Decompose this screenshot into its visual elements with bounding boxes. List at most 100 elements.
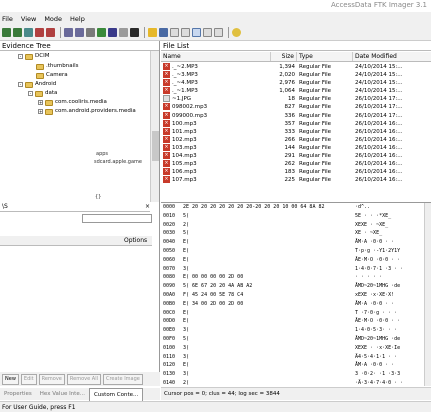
cell-size: 18 [288, 96, 295, 103]
hex-row[interactable]: 0060 E(ÅE·M·O ·0·0 · · [161, 256, 431, 265]
hex-row[interactable]: 00F0 5(ÅMD~20~1MHG ·de [161, 335, 431, 344]
expand-icon[interactable]: + [38, 100, 43, 105]
table-row[interactable]: × 100.mp3 357 Regular File 26/10/2014 16:... [161, 119, 431, 128]
add-evidence-icon[interactable] [2, 28, 11, 37]
new-button[interactable]: New [2, 373, 19, 385]
custom-content-list[interactable] [0, 246, 150, 372]
obtain-protected-icon[interactable] [97, 28, 106, 37]
hex-row[interactable]: 0120 E(ÅM·A ·0·0 · · [161, 361, 431, 370]
column-date-modified[interactable]: Date Modified [353, 52, 431, 61]
hex-row[interactable]: 0000 2E 20 20 20 20 20 20 20-20 20 20 10 … [161, 203, 431, 212]
column-name[interactable]: Name [161, 52, 271, 61]
folder-icon [35, 90, 43, 97]
menu-mode[interactable]: Mode [44, 15, 62, 23]
hex-row[interactable]: 0100 3(XEXE · ·x·XE·Ie [161, 344, 431, 353]
cell-name: × 100.mp3 [161, 119, 271, 128]
hex-row[interactable]: 0050 E(T·p·g ·-Y1·2Y1Y [161, 247, 431, 256]
menu-file[interactable]: File [2, 15, 13, 23]
table-row[interactable]: × 107.mp3 225 Regular File 26/10/2014 16:... [161, 176, 431, 184]
remove-all-icon[interactable] [46, 28, 55, 37]
tab-custom-content[interactable]: Custom Conte... [88, 387, 144, 401]
hex-row[interactable]: 0030 5(XE · ~XE_ [161, 229, 431, 238]
table-row[interactable]: × 101.mp3 333 Regular File 26/10/2014 16:... [161, 127, 431, 136]
collapse-icon[interactable]: - [18, 54, 23, 59]
collapse-icon[interactable]: - [28, 91, 33, 96]
tree-node-cooliris[interactable]: + com.cooliris.media [38, 98, 107, 107]
column-type[interactable]: Type [297, 52, 353, 61]
image-mounting-icon[interactable] [24, 28, 33, 37]
menu-help[interactable]: Help [70, 15, 85, 23]
view-files-icon[interactable] [159, 28, 168, 37]
hex-row[interactable]: 0140 2(·Ä·3·4·7·4·0 · · [161, 379, 431, 386]
file-name: 102.mp3 [172, 136, 197, 143]
table-row[interactable]: × 103.mp3 144 Regular File 26/10/2014 16:... [161, 143, 431, 152]
edit-button[interactable]: Edit [20, 373, 37, 385]
table-row[interactable]: × 105.mp3 262 Regular File 26/10/2014 16:... [161, 160, 431, 168]
close-icon[interactable]: × [145, 202, 150, 211]
hex-row[interactable]: 0020 2(XEXE · ~XE_ [161, 221, 431, 230]
hex-row[interactable]: 00D0 E(ÅE·M·O ·0·0 · · [161, 317, 431, 326]
hex-row[interactable]: 00B0 E( 34 00 2D 00 2D 00 ÅM·A ·0·0 · · [161, 300, 431, 309]
table-row[interactable]: × ._~4.MP3 2,976 Regular File 24/10/2014 15:… [161, 79, 431, 87]
hex-row[interactable]: 0130 3(3 ·0·2· ·1 ·3·3 [161, 370, 431, 379]
text-view-icon[interactable] [181, 28, 190, 37]
auto-view-icon[interactable] [203, 28, 212, 37]
help-icon[interactable] [232, 28, 241, 37]
document-icon[interactable] [170, 28, 179, 37]
hex-row[interactable]: 0090 5( 6E 67 20 20 4A AB A2 ÅMD~20~1MHG ·… [161, 282, 431, 291]
hex-row[interactable]: 0110 3(Ä4·5·4·1·1 · · [161, 353, 431, 362]
image-view-icon[interactable] [214, 28, 223, 37]
table-row[interactable]: × ._~2.MP3 1,394 Regular File 24/10/2014 15:… [161, 63, 431, 71]
tree-node-camera[interactable]: Camera [36, 71, 68, 80]
hex-ascii: 1·4·0·7·1 ·3 · · [355, 265, 404, 272]
evidence-scrollbar[interactable] [150, 51, 159, 202]
tree-fragment-text: sdcard.apple.game [94, 159, 142, 165]
table-row[interactable]: × 098002.mp3 827 Regular File 26/10/2014 17:… [161, 103, 431, 111]
hex-row[interactable]: 00E0 3(1·4·0·5·3· · · [161, 326, 431, 335]
hex-row[interactable]: 0010 5(5E · · ·*XE_ [161, 212, 431, 221]
create-image-button[interactable]: Create Image [102, 373, 143, 385]
collapse-icon[interactable]: - [18, 82, 23, 87]
hex-row[interactable]: 0080 E( 00 00 00 00 2D 00 · · · · · [161, 273, 431, 282]
detect-encryption-icon[interactable] [108, 28, 117, 37]
tree-node-android[interactable]: - Android [18, 80, 56, 89]
tab-properties[interactable]: Properties [0, 388, 36, 400]
hex-row[interactable]: 00A0 F( 45 24 00 5E 78 C4 xEXE ·x·XE·X! [161, 291, 431, 300]
hex-view-icon[interactable] [192, 28, 201, 37]
export-hash-icon[interactable] [130, 28, 139, 37]
folder-icon[interactable] [148, 28, 157, 37]
hex-ascii: ÅM·A ·0·0 · · [355, 362, 395, 369]
table-row[interactable]: × 099000.mp3 336 Regular File 26/10/2014 17:… [161, 111, 431, 120]
menu-view[interactable]: View [21, 15, 36, 23]
export-image-icon[interactable] [75, 28, 84, 37]
hex-row[interactable]: 0070 3(1·4·0·7·1 ·3 · · [161, 265, 431, 274]
table-row[interactable]: × ._~1.MP3 1,064 Regular File 24/10/2014 15:… [161, 87, 431, 95]
evidence-tree[interactable]: - DCIM .thumbnails Camera - Android - da… [0, 52, 150, 201]
custom-content-input[interactable] [82, 214, 152, 223]
remove-all-button[interactable]: Remove All [66, 373, 101, 385]
create-image-icon[interactable] [64, 28, 73, 37]
remove-button[interactable]: Remove [38, 373, 65, 385]
tab-hex-value-interpreter[interactable]: Hex Value Inte... [36, 388, 89, 400]
hex-viewer[interactable]: 0000 2E 20 20 20 20 20 20 20-20 20 20 10 … [161, 203, 431, 386]
tree-node-data[interactable]: - data [28, 89, 57, 98]
hex-row[interactable]: 00C0 E(T ·7·0·g · · · [161, 309, 431, 318]
tree-node-thumbnails[interactable]: .thumbnails [36, 62, 79, 71]
table-row[interactable]: × 104.mp3 291 Regular File 26/10/2014 16:... [161, 152, 431, 160]
table-row[interactable]: ~1.JPG 18 Regular File 26/10/2014 17:... [161, 95, 431, 103]
capture-memory-icon[interactable] [86, 28, 95, 37]
export-files-icon[interactable] [119, 28, 128, 37]
tree-node-providers-media[interactable]: + com.android.providers.media [38, 107, 136, 116]
hex-scrollbar[interactable] [424, 203, 431, 386]
tree-node-dcim[interactable]: - DCIM [18, 52, 49, 61]
remove-evidence-icon[interactable] [35, 28, 44, 37]
table-row[interactable]: × ._~3.MP3 2,020 Regular File 24/10/2014 15:… [161, 71, 431, 79]
column-size[interactable]: Size [271, 52, 297, 61]
add-all-evidence-icon[interactable] [13, 28, 22, 37]
table-row[interactable]: × 106.mp3 183 Regular File 26/10/2014 16:... [161, 168, 431, 176]
table-row[interactable]: × 102.mp3 266 Regular File 26/10/2014 16:... [161, 135, 431, 144]
scrollbar-thumb[interactable] [152, 131, 159, 161]
expand-icon[interactable]: + [38, 109, 43, 114]
hex-row[interactable]: 0040 E(ÅM·A ·0·0 · · [161, 238, 431, 247]
column-options[interactable]: Options [124, 236, 147, 246]
